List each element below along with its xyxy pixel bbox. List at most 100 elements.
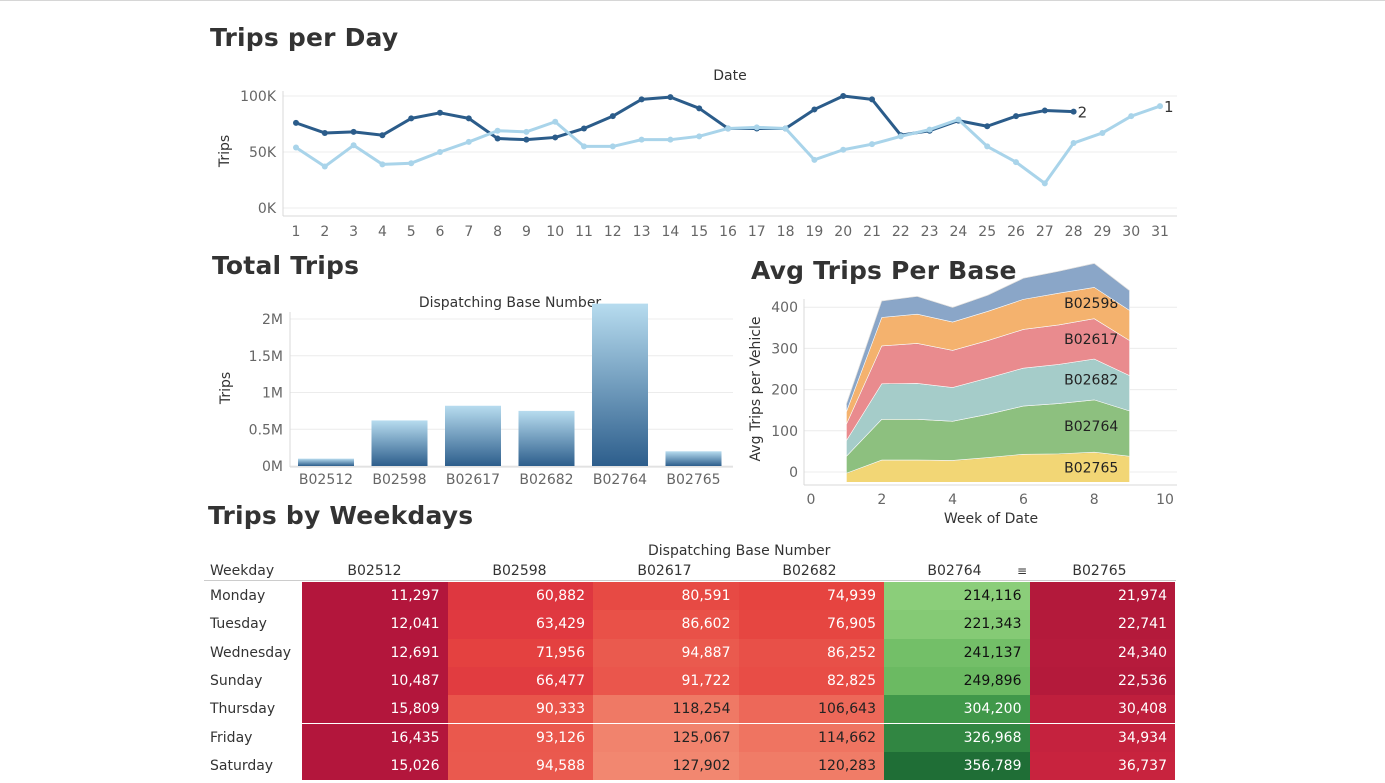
line-x-tick-label: 2 bbox=[320, 224, 329, 240]
line-point bbox=[840, 146, 847, 153]
line-point bbox=[437, 109, 443, 116]
line-point bbox=[523, 136, 530, 143]
line-point bbox=[1099, 129, 1106, 136]
heatmap-row: Tuesday 12,041 63,429 86,602 76,905 221,343 22… bbox=[204, 610, 1176, 639]
heatmap-cell[interactable]: 356,789 bbox=[884, 751, 1030, 781]
sort-descending-icon[interactable]: ≡ bbox=[1017, 564, 1027, 578]
heatmap-cell[interactable]: 86,602 bbox=[593, 610, 739, 639]
area-series-label: B02764 bbox=[1064, 419, 1118, 435]
line-point bbox=[379, 132, 386, 139]
heatmap-row-label: Thursday bbox=[210, 701, 276, 718]
area-series-B02682 bbox=[846, 358, 1130, 458]
line-x-tick-label: 28 bbox=[1065, 224, 1083, 240]
heatmap-cell[interactable]: 66,477 bbox=[447, 666, 593, 696]
heatmap-cell[interactable]: 22,741 bbox=[1029, 610, 1175, 639]
line-point bbox=[782, 125, 789, 132]
heatmap-cell[interactable]: 21,974 bbox=[1029, 582, 1175, 611]
line-point bbox=[1013, 159, 1019, 166]
area-series-B02764 bbox=[846, 399, 1130, 474]
heatmap-cell[interactable]: 10,487 bbox=[302, 666, 448, 696]
bar-x-tick-label: B02512 bbox=[299, 472, 353, 488]
heatmap-cell[interactable]: 16,435 bbox=[302, 723, 448, 752]
line-x-tick-label: 20 bbox=[834, 224, 852, 240]
heatmap-cell[interactable]: 114,662 bbox=[738, 723, 884, 752]
heatmap-cell[interactable]: 15,026 bbox=[302, 751, 448, 781]
line-x-tick-label: 26 bbox=[1007, 224, 1025, 240]
heatmap-cell[interactable]: 106,643 bbox=[738, 695, 884, 724]
heatmap-cell[interactable]: 94,887 bbox=[593, 638, 739, 667]
line-point bbox=[696, 105, 703, 112]
heatmap-cell[interactable]: 80,591 bbox=[593, 582, 739, 611]
heatmap-column-header[interactable]: B02682 bbox=[737, 563, 882, 579]
bar-B02617 bbox=[445, 405, 501, 466]
heatmap-cell[interactable]: 63,429 bbox=[447, 610, 593, 639]
heatmap-cell[interactable]: 118,254 bbox=[593, 695, 739, 724]
heatmap-cell[interactable]: 90,333 bbox=[447, 695, 593, 724]
area-x-tick-label: 2 bbox=[877, 492, 886, 508]
heatmap-cell[interactable]: 125,067 bbox=[593, 723, 739, 752]
heatmap-row-label: Tuesday bbox=[210, 616, 267, 633]
heatmap-cell[interactable]: 34,934 bbox=[1029, 723, 1175, 752]
heatmap-cell[interactable]: 214,116 bbox=[884, 582, 1030, 611]
heatmap-cell[interactable]: 30,408 bbox=[1029, 695, 1175, 724]
heatmap-cell[interactable]: 249,896 bbox=[884, 666, 1030, 696]
heatmap-cell[interactable]: 94,588 bbox=[447, 751, 593, 781]
line-x-tick-label: 8 bbox=[493, 224, 502, 240]
line-x-tick-label: 14 bbox=[661, 224, 679, 240]
heatmap-cell[interactable]: 221,343 bbox=[884, 610, 1030, 639]
line-x-tick-label: 25 bbox=[978, 224, 996, 240]
line-series-2 bbox=[295, 94, 1074, 142]
heatmap-cell[interactable]: 36,737 bbox=[1029, 751, 1175, 781]
line-point bbox=[753, 125, 760, 132]
heatmap-cell[interactable]: 12,041 bbox=[302, 610, 448, 639]
weekdays-title: Trips by Weekdays bbox=[208, 501, 474, 530]
line-x-tick-label: 29 bbox=[1093, 224, 1111, 240]
heatmap-cell[interactable]: 60,882 bbox=[447, 582, 593, 611]
heatmap-cell[interactable]: 12,691 bbox=[302, 638, 448, 667]
heatmap-row-label: Sunday bbox=[210, 672, 263, 689]
line-point bbox=[293, 119, 299, 126]
heatmap-cell[interactable]: 86,252 bbox=[738, 638, 884, 667]
line-point bbox=[609, 143, 616, 150]
line-y-axis-title: Trips bbox=[217, 135, 233, 168]
heatmap-column-header[interactable]: B02598 bbox=[447, 563, 592, 579]
area-series-label: B02682 bbox=[1064, 373, 1118, 389]
heatmap-cell[interactable]: 22,536 bbox=[1029, 666, 1175, 696]
heatmap-column-header[interactable]: B02617 bbox=[592, 563, 737, 579]
heatmap-cell[interactable]: 120,283 bbox=[738, 751, 884, 781]
heatmap-row-label: Monday bbox=[210, 588, 266, 604]
line-point bbox=[869, 96, 875, 103]
heatmap-cell[interactable]: 326,968 bbox=[884, 723, 1030, 752]
heatmap-column-header[interactable]: B02765 bbox=[1027, 563, 1172, 579]
heatmap-column-header[interactable]: B02512 bbox=[302, 563, 447, 579]
heatmap-cell[interactable]: 74,939 bbox=[738, 582, 884, 611]
heatmap-cell[interactable]: 91,722 bbox=[593, 666, 739, 696]
heatmap-cell[interactable]: 93,126 bbox=[447, 723, 593, 752]
heatmap-cell[interactable]: 241,137 bbox=[884, 638, 1030, 667]
heatmap-cell[interactable]: 24,340 bbox=[1029, 638, 1175, 667]
avg-trips-title: Avg Trips Per Base bbox=[751, 256, 1017, 285]
heatmap-cell[interactable]: 304,200 bbox=[884, 695, 1030, 724]
line-point bbox=[379, 161, 386, 168]
heatmap-cell[interactable]: 76,905 bbox=[738, 610, 884, 639]
line-x-tick-label: 24 bbox=[949, 224, 967, 240]
bar-x-tick-label: B02682 bbox=[519, 472, 573, 488]
heatmap-cell[interactable]: 71,956 bbox=[447, 638, 593, 667]
heatmap-cell[interactable]: 11,297 bbox=[302, 582, 448, 611]
line-point bbox=[897, 133, 904, 140]
line-x-tick-label: 10 bbox=[546, 224, 564, 240]
heatmap-cell[interactable]: 15,809 bbox=[302, 695, 448, 724]
heatmap-cell[interactable]: 82,825 bbox=[738, 666, 884, 696]
area-series-edge bbox=[845, 358, 1130, 441]
heatmap-cell[interactable]: 127,902 bbox=[593, 751, 739, 781]
line-series-end-label: 1 bbox=[1164, 98, 1174, 116]
area-x-tick-label: 10 bbox=[1156, 492, 1174, 508]
line-point bbox=[350, 142, 357, 149]
line-x-tick-label: 27 bbox=[1036, 224, 1054, 240]
line-point bbox=[638, 136, 645, 143]
line-x-tick-label: 19 bbox=[805, 224, 823, 240]
line-point bbox=[523, 128, 530, 135]
line-point bbox=[552, 118, 559, 125]
line-x-tick-label: 22 bbox=[892, 224, 910, 240]
heatmap-column-header[interactable]: B02764 bbox=[882, 563, 1027, 579]
